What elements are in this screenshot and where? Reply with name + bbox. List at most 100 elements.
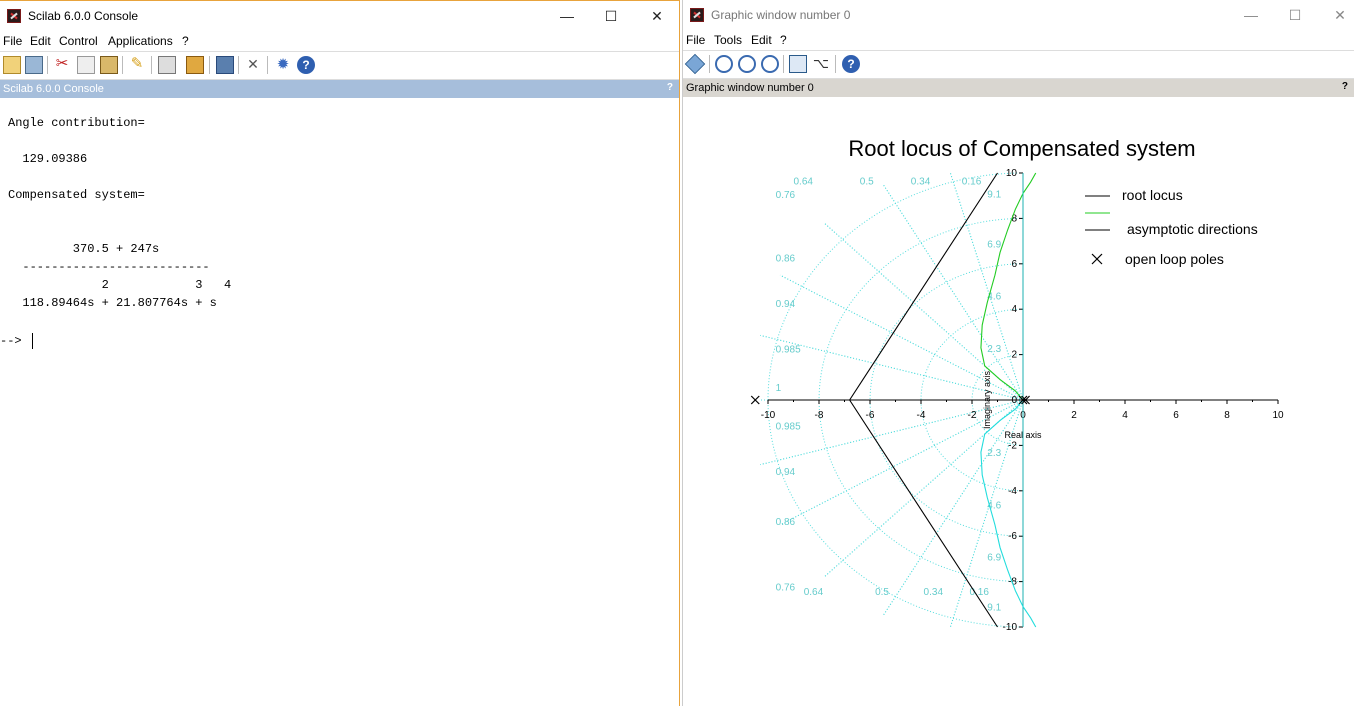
y-tick-label: 10 xyxy=(1006,168,1018,179)
toolbar-separator xyxy=(122,56,123,74)
copy-icon[interactable] xyxy=(77,56,95,74)
legend-label-poles: open loop poles xyxy=(1125,251,1224,267)
command-history-icon[interactable] xyxy=(216,56,234,74)
damping-label: 1 xyxy=(776,383,782,394)
open-loop-pole-marker xyxy=(750,395,760,405)
x-tick-label: -10 xyxy=(761,410,776,421)
menu-control[interactable]: Control xyxy=(59,34,98,48)
y-tick-label: -4 xyxy=(1008,486,1017,497)
y-tick-label: -2 xyxy=(1008,440,1017,451)
console-output-text: Angle contribution= 129.09386 Compensate… xyxy=(8,116,232,310)
console-dock-bar: Scilab 6.0.0 Console ? xyxy=(0,80,679,98)
x-tick-label: 2 xyxy=(1071,410,1077,421)
console-menubar: File Edit Control Applications ? xyxy=(0,32,679,51)
cut-icon[interactable]: ✂ xyxy=(53,56,71,74)
unzoom-icon[interactable] xyxy=(738,55,756,73)
datatip-icon[interactable] xyxy=(789,55,807,73)
x-tick-label: 10 xyxy=(1272,410,1284,421)
menu-tools[interactable]: Tools xyxy=(714,33,742,47)
damping-label: 0.5 xyxy=(860,176,874,187)
console-dock-title: Scilab 6.0.0 Console xyxy=(3,83,104,95)
help-icon[interactable]: ? xyxy=(297,56,315,74)
damping-line xyxy=(949,172,1024,401)
close-button[interactable]: ✕ xyxy=(642,5,672,27)
damping-line xyxy=(882,183,1024,401)
damping-label: 0.64 xyxy=(804,587,824,598)
toolbar-separator xyxy=(151,56,152,74)
print-icon[interactable] xyxy=(158,56,176,74)
damping-label: 0.16 xyxy=(962,176,982,187)
toolbar-separator xyxy=(709,55,710,73)
menu-help[interactable]: ? xyxy=(182,34,189,48)
y-tick-label: 4 xyxy=(1011,304,1017,315)
dock-help-button[interactable]: ? xyxy=(667,82,673,93)
legend: root locus asymptotic directions open loop… xyxy=(1085,187,1258,267)
menu-applications[interactable]: Applications xyxy=(108,34,173,48)
console-toolbar: ✂ ✎ ✕ ✹ ? xyxy=(0,51,679,80)
minimize-button[interactable]: — xyxy=(1236,4,1266,26)
menu-file[interactable]: File xyxy=(3,34,22,48)
zoom-icon[interactable] xyxy=(715,55,733,73)
damping-label: 0.86 xyxy=(776,254,796,265)
damping-line xyxy=(949,172,1024,401)
asymptote-line xyxy=(849,172,998,401)
edit-axes-icon[interactable]: ⌥ xyxy=(812,55,830,73)
root-locus-plot[interactable]: 0.76 0.64 0.5 0.34 0.16 0.86 0.94 0.985 1 0.76 0.6… xyxy=(683,97,1354,706)
menu-file[interactable]: File xyxy=(686,33,705,47)
minimize-button[interactable]: — xyxy=(552,5,582,27)
frequency-label: 6.9 xyxy=(987,239,1001,250)
preferences-icon[interactable]: ✕ xyxy=(244,56,262,74)
toolbar-separator xyxy=(835,55,836,73)
console-prompt: --> xyxy=(0,334,22,348)
y-tick-label: 2 xyxy=(1011,350,1017,361)
y-tick-label: -10 xyxy=(1003,622,1018,633)
scilab-logo-icon xyxy=(690,8,704,22)
close-button[interactable]: ✕ xyxy=(1325,4,1354,26)
menu-edit[interactable]: Edit xyxy=(30,34,51,48)
graphic-toolbar: ⌥ ? xyxy=(683,50,1354,79)
legend-label-asymptotes: asymptotic directions xyxy=(1127,221,1258,237)
console-window-title: Scilab 6.0.0 Console xyxy=(28,9,139,23)
chart-title: Root locus of Compensated system xyxy=(848,136,1195,161)
legend-label-root-locus: root locus xyxy=(1122,187,1183,203)
console-output-area[interactable]: Angle contribution= 129.09386 Compensate… xyxy=(0,98,679,706)
browse-variables-icon[interactable] xyxy=(186,56,204,74)
damping-line xyxy=(882,399,1024,617)
toolbar-separator xyxy=(267,56,268,74)
damping-label: 0.76 xyxy=(776,583,796,594)
frequency-label: 9.1 xyxy=(987,603,1001,614)
maximize-button[interactable]: ☐ xyxy=(1280,4,1310,26)
dock-help-button[interactable]: ? xyxy=(1342,81,1348,92)
x-tick-label: 6 xyxy=(1173,410,1179,421)
x-tick-label: -4 xyxy=(917,410,926,421)
menu-edit[interactable]: Edit xyxy=(751,33,772,47)
frequency-label: 9.1 xyxy=(987,189,1001,200)
clear-console-icon[interactable]: ✎ xyxy=(128,56,146,74)
y-tick-label: 6 xyxy=(1011,259,1017,270)
graphic-dock-title: Graphic window number 0 xyxy=(686,82,814,94)
y-tick-label: -8 xyxy=(1008,577,1017,588)
zoom-area-icon[interactable] xyxy=(761,55,779,73)
damping-label: 0.86 xyxy=(776,517,796,528)
toolbar-separator xyxy=(47,56,48,74)
open-file-icon[interactable] xyxy=(25,56,43,74)
x-tick-label: -8 xyxy=(815,410,824,421)
damping-label: 0.64 xyxy=(794,176,814,187)
graphic-window: Graphic window number 0 — ☐ ✕ File Tools… xyxy=(682,0,1354,706)
frequency-label: 6.9 xyxy=(987,553,1001,564)
text-cursor xyxy=(32,333,33,349)
paste-icon[interactable] xyxy=(100,56,118,74)
damping-label: 0.985 xyxy=(776,422,801,433)
damping-label: 0.94 xyxy=(776,299,796,310)
new-script-icon[interactable] xyxy=(3,56,21,74)
menu-help[interactable]: ? xyxy=(780,33,787,47)
help-icon[interactable]: ? xyxy=(842,55,860,73)
damping-label: 0.34 xyxy=(911,176,931,187)
maximize-button[interactable]: ☐ xyxy=(596,5,626,27)
x-tick-label: -6 xyxy=(866,410,875,421)
damping-label: 0.985 xyxy=(776,344,801,355)
console-titlebar: Scilab 6.0.0 Console — ☐ ✕ xyxy=(0,1,679,32)
module-manager-icon[interactable]: ✹ xyxy=(274,56,292,74)
y-tick-label: -6 xyxy=(1008,531,1017,542)
rotate-icon[interactable] xyxy=(684,53,706,75)
